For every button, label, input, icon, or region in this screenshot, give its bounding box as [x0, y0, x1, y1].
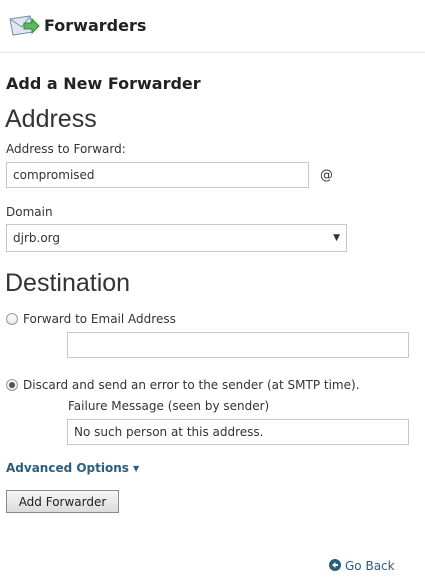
form-heading: Add a New Forwarder — [6, 74, 201, 93]
add-forwarder-button[interactable]: Add Forwarder — [6, 490, 119, 513]
discard-with-error-label[interactable]: Discard and send an error to the sender … — [23, 378, 360, 393]
envelope-forward-icon — [8, 13, 40, 37]
advanced-options-label: Advanced Options — [6, 461, 129, 475]
failure-message-input[interactable] — [67, 419, 409, 445]
domain-select[interactable]: djrb.org ▼ — [6, 224, 347, 252]
forward-to-email-radio[interactable] — [6, 313, 18, 325]
page-header: Forwarders — [0, 0, 425, 53]
chevron-down-icon: ▼ — [333, 233, 340, 243]
page-title: Forwarders — [44, 16, 147, 35]
go-back-link[interactable]: Go Back — [329, 558, 395, 574]
caret-down-icon: ▼ — [132, 464, 140, 473]
forward-to-email-label[interactable]: Forward to Email Address — [23, 312, 176, 327]
domain-label: Domain — [6, 205, 53, 219]
destination-heading: Destination — [5, 269, 131, 297]
address-heading: Address — [5, 105, 97, 133]
at-symbol: @ — [320, 168, 333, 183]
domain-select-value: djrb.org — [13, 231, 60, 245]
advanced-options-toggle[interactable]: Advanced Options ▼ — [6, 461, 139, 476]
address-to-forward-label: Address to Forward: — [6, 142, 126, 156]
discard-with-error-radio[interactable] — [6, 379, 18, 391]
failure-message-label: Failure Message (seen by sender) — [68, 399, 270, 413]
forward-email-input[interactable] — [67, 332, 409, 358]
address-to-forward-input[interactable] — [6, 162, 309, 188]
go-back-label: Go Back — [345, 559, 395, 573]
arrow-left-circle-icon — [329, 559, 341, 571]
